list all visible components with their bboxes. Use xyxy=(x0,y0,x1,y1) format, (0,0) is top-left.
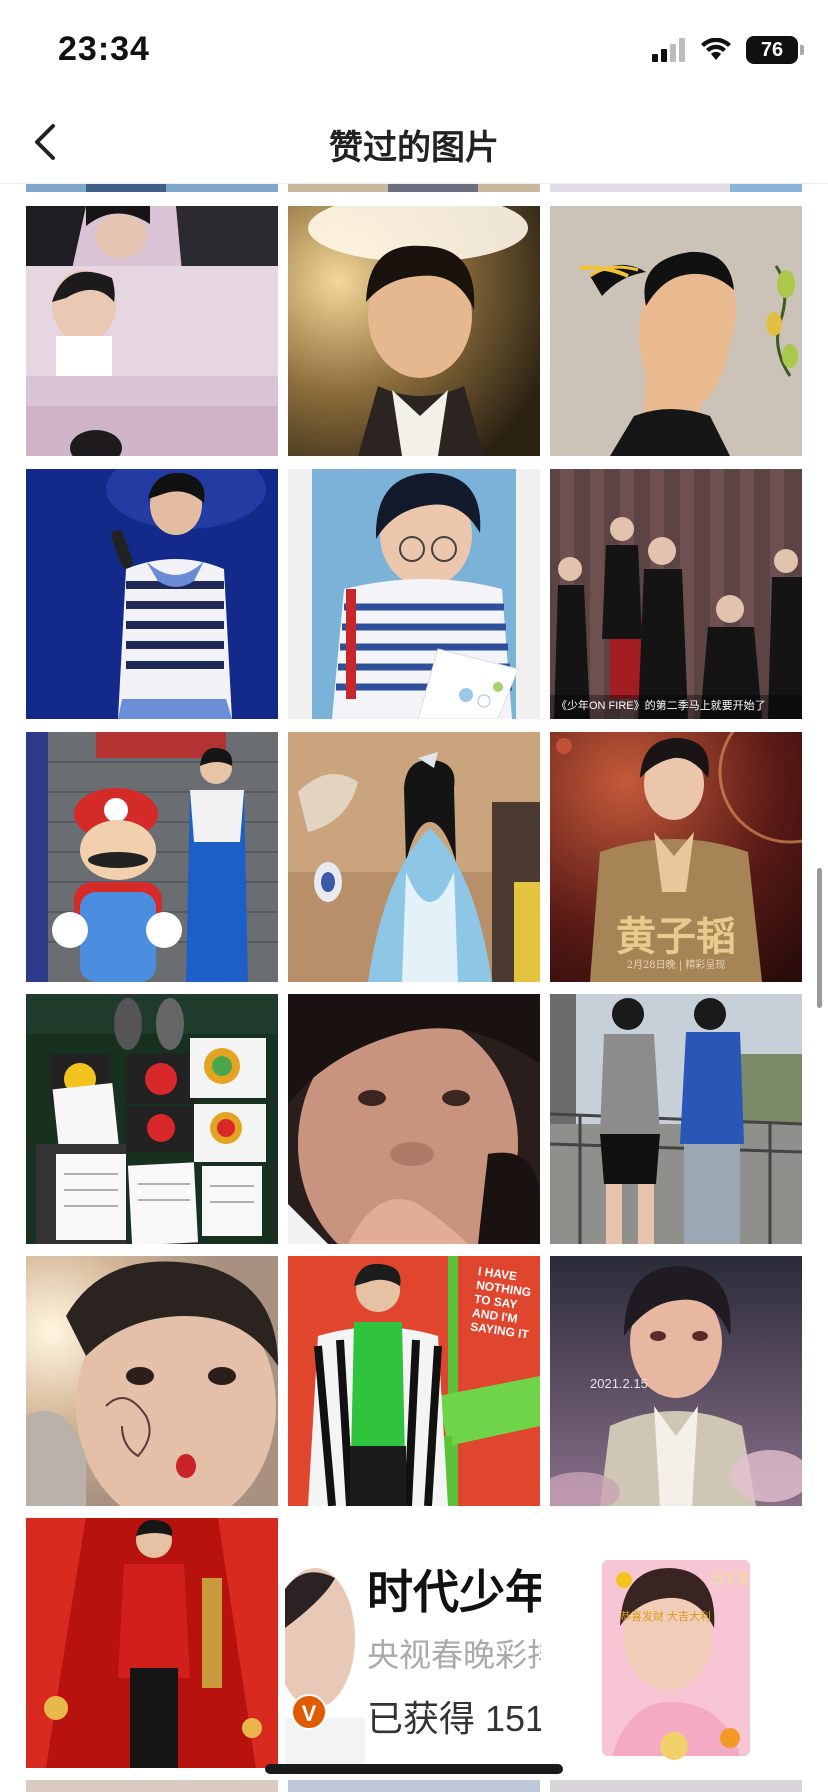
image-tile[interactable] xyxy=(26,994,278,1244)
image-tile[interactable] xyxy=(26,469,278,719)
wifi-icon xyxy=(701,38,731,60)
scrollbar[interactable] xyxy=(817,868,822,1008)
page-title: 赞过的图片 xyxy=(329,129,499,167)
card-count-label: 已获得 xyxy=(367,1698,476,1739)
illustration-image xyxy=(550,206,802,456)
video-preview-card[interactable]: V 时代少年 央视春晚彩排 已获得 151 xyxy=(285,1518,541,1768)
status-bar: 23:34 76 xyxy=(0,0,828,100)
image-tile-partial[interactable] xyxy=(550,184,802,192)
image-tile[interactable] xyxy=(550,994,802,1244)
image-tile[interactable]: 2021.2.15 xyxy=(550,1256,802,1506)
image-tile[interactable]: 《少年ON FIRE》的第二季马上就要开始了 xyxy=(550,469,802,719)
image-tile[interactable] xyxy=(26,732,278,982)
portrait-photo-image xyxy=(288,469,540,719)
mario-statue-photo-image xyxy=(26,732,278,982)
card-logo-text: SYX xyxy=(710,1568,751,1590)
image-tile[interactable] xyxy=(550,206,802,456)
battery-icon: 76 xyxy=(746,36,804,64)
card-subtitle: 央视春晚彩排 xyxy=(367,1637,541,1673)
card-title: 时代少年 xyxy=(367,1566,541,1618)
documents-photo-image xyxy=(26,994,278,1244)
image-tile[interactable]: 黄子韬 2月28日晚 | 精彩呈现 xyxy=(550,732,802,982)
battery-level: 76 xyxy=(760,38,784,61)
avatar-image xyxy=(285,1568,365,1768)
selfie-photo-image xyxy=(288,994,540,1244)
image-tile-partial[interactable] xyxy=(26,184,278,192)
image-tile[interactable] xyxy=(288,732,540,982)
liked-images-grid: 《少年ON FIRE》的第二季马上就要开始了 黄子韬 2月28日晚 | 精彩呈现… xyxy=(0,184,828,1792)
image-tile-partial[interactable] xyxy=(288,1780,540,1792)
image-tile-partial[interactable] xyxy=(550,1780,802,1792)
card-count: 已获得 151 xyxy=(367,1690,541,1742)
image-tile-partial[interactable] xyxy=(26,1780,278,1792)
home-indicator[interactable] xyxy=(265,1764,563,1774)
navigation-bar: 赞过的图片 xyxy=(0,100,828,184)
image-tile[interactable] xyxy=(26,1256,278,1506)
new-year-card-image xyxy=(550,1518,802,1768)
image-overlay-text: 2021.2.15 xyxy=(590,1376,648,1391)
painted-portrait-image xyxy=(550,1256,802,1506)
stage-photo-image xyxy=(26,1518,278,1768)
image-caption: 《少年ON FIRE》的第二季马上就要开始了 xyxy=(556,700,766,712)
v-badge-icon: V xyxy=(291,1694,327,1730)
status-time: 23:34 xyxy=(58,30,150,68)
image-tile-partial[interactable] xyxy=(288,184,540,192)
image-tile[interactable] xyxy=(288,469,540,719)
face-paint-photo-image xyxy=(26,1256,278,1506)
portrait-photo-image xyxy=(288,206,540,456)
poster-name: 黄子韬 xyxy=(616,913,736,960)
cellular-signal-icon xyxy=(652,38,685,62)
image-tile[interactable]: I HAVE NOTHING TO SAY AND I'M SAYING IT xyxy=(288,1256,540,1506)
image-overlay-text: I HAVE NOTHING TO SAY AND I'M SAYING IT xyxy=(469,1264,533,1342)
card-count-value: 151 xyxy=(485,1698,541,1739)
poster-date: 2月28日晚 | 精彩呈现 xyxy=(626,960,726,971)
card-greeting-text: 恭喜发财 大吉大利 xyxy=(620,1611,712,1623)
image-tile[interactable] xyxy=(26,206,278,456)
concert-photo-image xyxy=(26,469,278,719)
image-tile[interactable] xyxy=(26,1518,278,1768)
status-icons: 76 xyxy=(652,36,804,64)
photo-collage-image xyxy=(26,206,278,456)
hanfu-photo-image xyxy=(288,732,540,982)
group-photo-image xyxy=(550,469,802,719)
outdoor-photo-image xyxy=(550,994,802,1244)
image-tile[interactable]: SYX 恭喜发财 大吉大利 xyxy=(550,1518,802,1768)
image-tile[interactable] xyxy=(288,994,540,1244)
image-tile[interactable] xyxy=(288,206,540,456)
